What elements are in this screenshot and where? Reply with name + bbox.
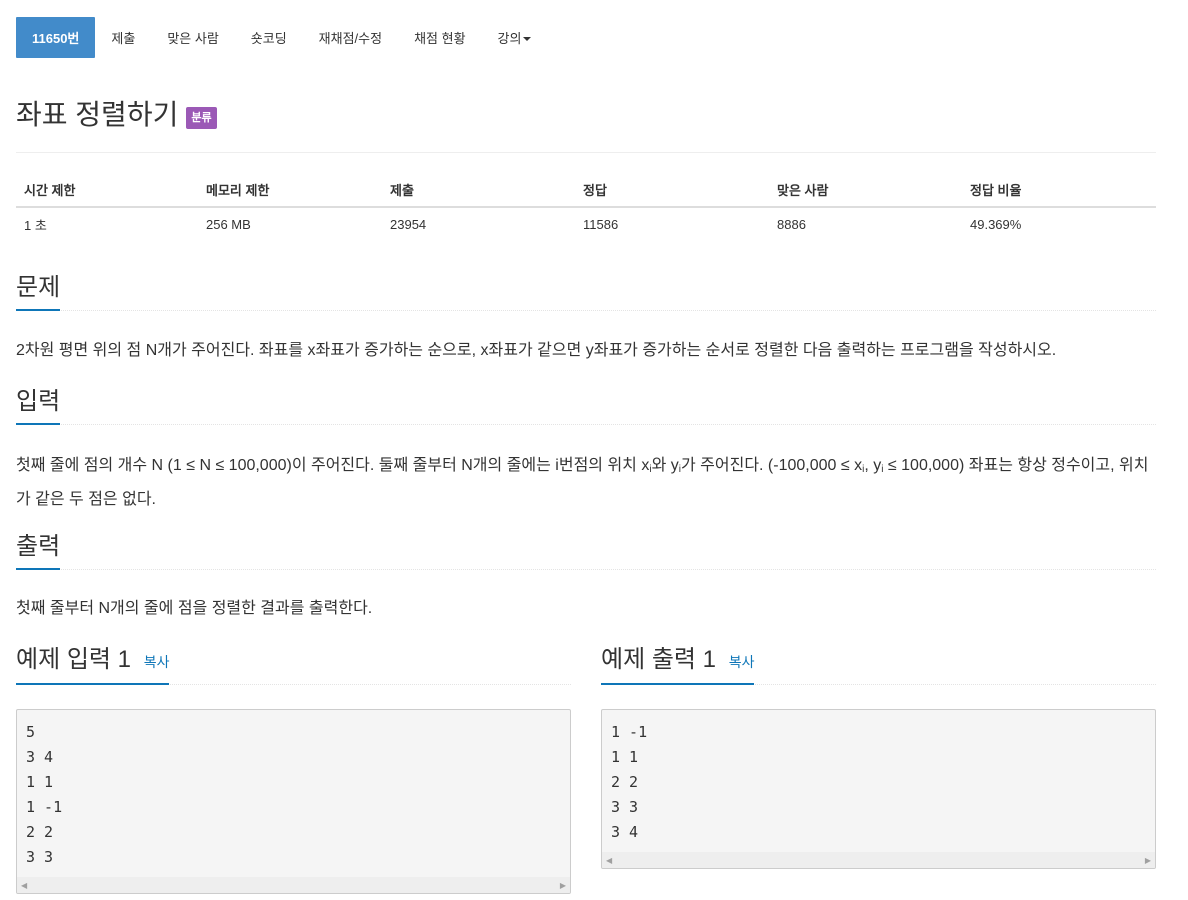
scroll-right-icon[interactable]: ▶ — [560, 881, 566, 890]
headline-divider — [16, 310, 1156, 311]
tab-lectures-dropdown[interactable]: 강의 — [482, 17, 548, 58]
tab-problem[interactable]: 11650번 — [16, 17, 96, 58]
input-text-part: 가 주어진다. (-100,000 ≤ x — [681, 457, 863, 474]
header-accepted-users: 맞은 사람 — [769, 172, 962, 208]
input-text-part: 와 y — [651, 457, 679, 474]
tab-judge-status[interactable]: 채점 현황 — [398, 17, 481, 58]
horizontal-scrollbar[interactable]: ◀ ▶ — [602, 852, 1155, 868]
output-description-text: 첫째 줄부터 N개의 줄에 점을 정렬한 결과를 출력한다. — [16, 600, 373, 617]
category-badge[interactable]: 분류 — [186, 106, 217, 129]
copy-sample-input-button[interactable]: 복사 — [144, 654, 170, 670]
output-headline: 출력 — [16, 530, 1156, 570]
header-accepted: 정답 — [575, 172, 769, 208]
problem-description-text: 2차원 평면 위의 점 N개가 주어진다. 좌표를 x좌표가 증가하는 순으로,… — [16, 342, 1057, 359]
sample-output-data[interactable]: 1 -1 1 1 2 2 3 3 3 4 — [602, 710, 1155, 845]
tab-rejudge-edit[interactable]: 재채점/수정 — [303, 17, 398, 58]
value-memory-limit: 256 MB — [206, 217, 251, 232]
problem-page: 11650번 제출 맞은 사람 숏코딩 재채점/수정 채점 현황 강의 좌표 정… — [0, 0, 1188, 900]
problem-description-headline: 문제 — [16, 271, 1156, 311]
sample-input-headline: 예제 입력 1 복사 — [16, 645, 571, 685]
input-text-part: , y — [864, 457, 882, 474]
tab-short-coding[interactable]: 숏코딩 — [235, 17, 303, 58]
problem-description-heading: 문제 — [16, 273, 61, 311]
tab-accepted-users[interactable]: 맞은 사람 — [151, 17, 234, 58]
caret-down-icon — [523, 36, 532, 41]
sample-output-box[interactable]: 1 -1 1 1 2 2 3 3 3 4 ◀ ▶ — [601, 709, 1156, 869]
problem-info-table: 시간 제한 메모리 제한 제출 정답 맞은 사람 정답 비율 1 초 256 M… — [16, 172, 1156, 241]
sample-input-box[interactable]: 5 3 4 1 1 1 -1 2 2 3 3 ◀ ▶ — [16, 709, 571, 894]
scroll-left-icon[interactable]: ◀ — [606, 856, 612, 865]
title-divider — [16, 152, 1156, 153]
horizontal-scrollbar[interactable]: ◀ ▶ — [17, 877, 570, 893]
input-headline: 입력 — [16, 385, 1156, 425]
headline-divider — [16, 424, 1156, 425]
sample-input-title: 예제 입력 1 — [16, 646, 132, 673]
sample-output-heading: 예제 출력 1 복사 — [601, 645, 755, 685]
problem-nav-tabs: 11650번 제출 맞은 사람 숏코딩 재채점/수정 채점 현황 강의 — [16, 17, 547, 58]
header-accept-ratio: 정답 비율 — [962, 172, 1156, 208]
value-accepted: 11586 — [583, 217, 619, 232]
sample-output-title: 예제 출력 1 — [601, 646, 717, 673]
header-submissions: 제출 — [382, 172, 575, 208]
input-description-text: 첫째 줄에 점의 개수 N (1 ≤ N ≤ 100,000)이 주어진다. 둘… — [16, 451, 1156, 515]
problem-title-area: 좌표 정렬하기 분류 — [16, 97, 217, 133]
scroll-right-icon[interactable]: ▶ — [1145, 856, 1151, 865]
headline-divider — [16, 569, 1156, 570]
sample-input-data[interactable]: 5 3 4 1 1 1 -1 2 2 3 3 — [17, 710, 570, 870]
value-time-limit: 1 초 — [24, 218, 47, 233]
sample-output-headline: 예제 출력 1 복사 — [601, 645, 1156, 685]
problem-title: 좌표 정렬하기 — [16, 99, 179, 130]
sample-input-heading: 예제 입력 1 복사 — [16, 645, 170, 685]
info-header-row: 시간 제한 메모리 제한 제출 정답 맞은 사람 정답 비율 — [16, 172, 1156, 208]
scroll-left-icon[interactable]: ◀ — [21, 881, 27, 890]
value-submissions: 23954 — [390, 217, 427, 232]
copy-sample-output-button[interactable]: 복사 — [729, 654, 755, 670]
value-accepted-users: 8886 — [777, 217, 806, 232]
header-time-limit: 시간 제한 — [16, 172, 198, 208]
info-value-row: 1 초 256 MB 23954 11586 8886 49.369% — [16, 207, 1156, 241]
output-heading: 출력 — [16, 532, 61, 570]
tab-lectures-label: 강의 — [497, 31, 522, 46]
input-heading: 입력 — [16, 387, 61, 425]
header-memory-limit: 메모리 제한 — [198, 172, 382, 208]
value-accept-ratio: 49.369% — [970, 217, 1022, 232]
input-text-part: 첫째 줄에 점의 개수 N (1 ≤ N ≤ 100,000)이 주어진다. 둘… — [16, 457, 650, 474]
tab-submit[interactable]: 제출 — [95, 17, 151, 58]
